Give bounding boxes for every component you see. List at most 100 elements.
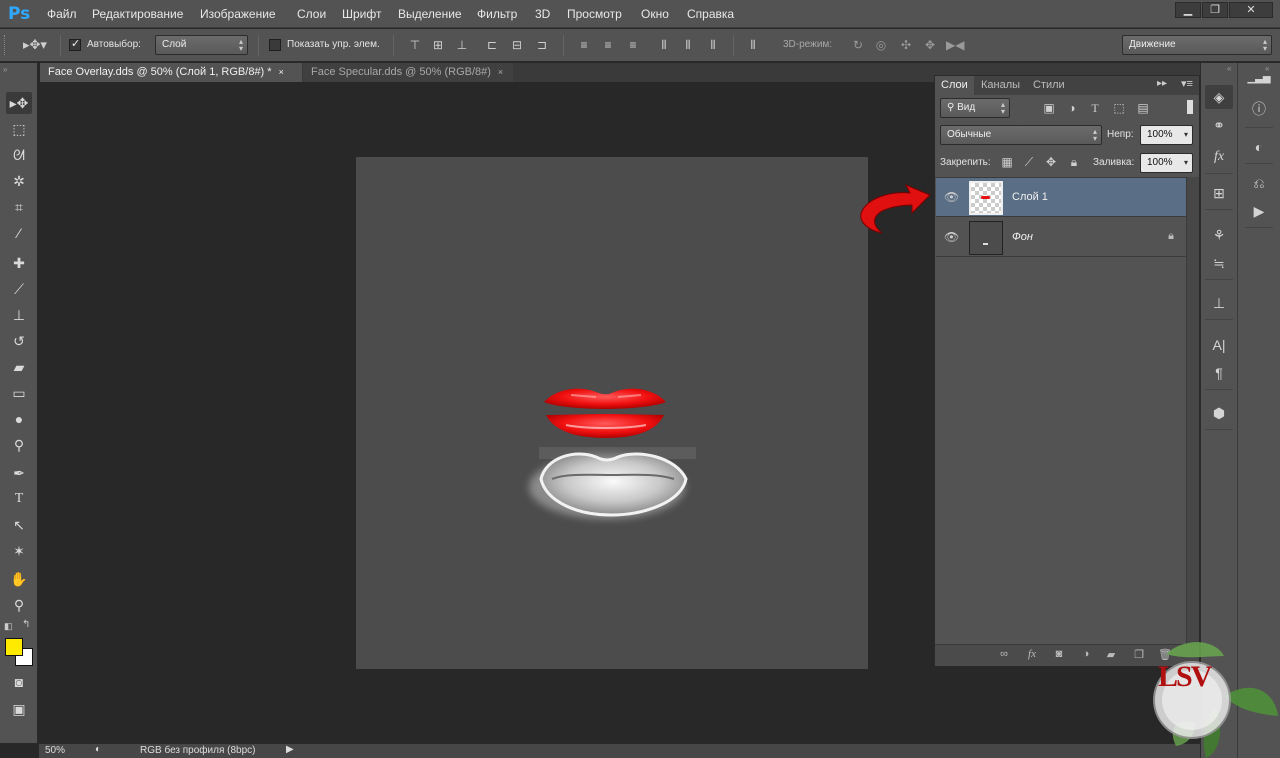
fill-field[interactable]: 100% ▾ [1140, 153, 1193, 173]
workspace-dropdown[interactable]: Движение ▴ ▾ [1122, 35, 1272, 55]
quick-mask-icon[interactable]: ◙ [6, 671, 32, 693]
align-bottom-icon[interactable]: ⊥ [454, 37, 470, 53]
auto-align-icon[interactable]: ⦀ [745, 37, 761, 53]
panel-collapse-icon[interactable]: ▸▸ [1157, 78, 1167, 89]
layer-filter-dropdown[interactable]: ⚲ Вид ▴ ▾ [940, 98, 1010, 118]
layer-thumbnail[interactable] [969, 181, 1003, 215]
tab-layers[interactable]: Слои [935, 76, 974, 95]
channels-panel-icon[interactable]: ⚭ [1205, 113, 1233, 137]
layer-row-layer1[interactable]: 👁︎ Слой 1 [936, 178, 1186, 217]
align-vcenter-icon[interactable]: ⊞ [430, 37, 446, 53]
status-info-icon[interactable]: ◐ [95, 744, 101, 755]
dodge-tool-icon[interactable]: ⚲ [6, 434, 32, 456]
new-layer-icon[interactable]: ❐ [1131, 648, 1147, 661]
new-group-icon[interactable]: ▰ [1103, 648, 1119, 661]
align-right-icon[interactable]: ⊐ [534, 37, 550, 53]
lock-transparent-icon[interactable]: ▦ [999, 154, 1015, 170]
blend-mode-dropdown[interactable]: Обычные ▴ ▾ [940, 125, 1102, 145]
menu-image[interactable]: Изображение [200, 7, 276, 21]
visibility-eye-icon[interactable]: 👁︎ [944, 230, 959, 244]
brush-presets-icon[interactable]: ⚘ [1205, 223, 1233, 247]
menu-view[interactable]: Просмотр [567, 7, 622, 21]
move-tool-icon[interactable]: ▸✥ [6, 92, 32, 114]
character-panel-icon[interactable]: A| [1205, 333, 1233, 357]
lock-position-icon[interactable]: ✥ [1043, 154, 1059, 170]
lock-image-icon[interactable]: ⟋ [1021, 154, 1037, 170]
scale-3d-icon[interactable]: ▶◀ [946, 37, 964, 53]
type-tool-icon[interactable]: T [6, 488, 32, 510]
clone-stamp-tool-icon[interactable]: ⊥ [6, 304, 32, 326]
menu-type[interactable]: Шрифт [342, 7, 381, 21]
menu-select[interactable]: Выделение [398, 7, 462, 21]
lasso-tool-icon[interactable]: ᘛ [6, 144, 32, 166]
autoselect-dropdown[interactable]: Слой ▴ ▾ [155, 35, 248, 55]
layer-thumbnail[interactable] [969, 221, 1003, 255]
screen-mode-icon[interactable]: ▣ [6, 698, 32, 720]
slide-3d-icon[interactable]: ✥ [922, 37, 938, 53]
layer-style-icon[interactable]: fx [1024, 648, 1040, 660]
panel-menu-icon[interactable]: ▾≡ [1181, 77, 1193, 90]
crop-tool-icon[interactable]: ⌗ [6, 196, 32, 218]
shape-tool-icon[interactable]: ✶ [6, 540, 32, 562]
blur-tool-icon[interactable]: ● [6, 408, 32, 430]
restore-button[interactable]: ❐ [1202, 2, 1228, 18]
align-left-icon[interactable]: ⊏ [484, 37, 500, 53]
lock-all-icon[interactable]: 🔒︎ [1066, 154, 1082, 170]
filter-type-icon[interactable]: T [1087, 100, 1103, 116]
zoom-tool-icon[interactable]: ⚲ [6, 594, 32, 616]
layers-panel-icon[interactable]: ◈ [1205, 85, 1233, 109]
distribute-bottom-icon[interactable]: ≡ [625, 37, 641, 53]
tab-face-overlay[interactable]: Face Overlay.dds @ 50% (Слой 1, RGB/8#) … [40, 63, 302, 82]
layer-row-background[interactable]: 👁︎ Фон 🔒︎ [936, 218, 1186, 257]
gradient-tool-icon[interactable]: ▭ [6, 382, 32, 404]
hand-tool-icon[interactable]: ✋ [6, 568, 32, 590]
swap-colors-icon[interactable]: ↰ [22, 619, 30, 630]
zoom-level[interactable]: 50% [45, 745, 65, 756]
move-tool-preset-icon[interactable]: ▸✥▾ [22, 37, 48, 53]
menu-filter[interactable]: Фильтр [477, 7, 517, 21]
actions-panel-icon[interactable]: ▶ [1245, 199, 1273, 223]
menu-file[interactable]: Файл [47, 7, 77, 21]
paths-panel-icon[interactable]: ⊞ [1205, 181, 1233, 205]
menu-edit[interactable]: Редактирование [92, 7, 183, 21]
default-colors-icon[interactable]: ◧ [4, 621, 13, 632]
menu-window[interactable]: Окно [641, 7, 669, 21]
tab-face-specular[interactable]: Face Specular.dds @ 50% (RGB/8#) × [303, 63, 513, 82]
filter-toggle[interactable] [1187, 100, 1193, 114]
rotate-3d-icon[interactable]: ↻ [850, 37, 866, 53]
filter-adjustment-icon[interactable]: ◑ [1064, 100, 1080, 116]
brush-tool-icon[interactable]: ⟋ [6, 278, 32, 300]
tab-channels[interactable]: Каналы [975, 76, 1027, 95]
magic-wand-tool-icon[interactable]: ✲ [6, 170, 32, 192]
menu-help[interactable]: Справка [687, 7, 734, 21]
align-hcenter-icon[interactable]: ⊟ [509, 37, 525, 53]
paragraph-panel-icon[interactable]: ¶ [1205, 361, 1233, 385]
filter-shape-icon[interactable]: ⬚ [1111, 100, 1127, 116]
minimize-button[interactable]: ▁ [1175, 2, 1201, 18]
adjustments-panel-icon[interactable]: ◐ [1245, 135, 1273, 159]
histogram-panel-icon[interactable]: ▁▃▅ [1245, 67, 1273, 91]
collapse-icon[interactable]: » [3, 65, 7, 74]
pan-3d-icon[interactable]: ✣ [898, 37, 914, 53]
autoselect-checkbox[interactable] [69, 37, 81, 51]
link-layers-icon[interactable]: ∞ [996, 648, 1012, 660]
healing-brush-tool-icon[interactable]: ✚ [6, 252, 32, 274]
layer-name[interactable]: Слой 1 [1012, 191, 1048, 203]
status-menu-arrow-icon[interactable]: ▶ [286, 744, 294, 755]
document-canvas[interactable] [356, 157, 868, 669]
path-selection-tool-icon[interactable]: ↖ [6, 514, 32, 536]
tab-styles[interactable]: Стили [1027, 76, 1071, 95]
layer-name[interactable]: Фон [1012, 231, 1033, 243]
menu-layers[interactable]: Слои [297, 7, 326, 21]
brush-panel-icon[interactable]: ≒ [1205, 251, 1233, 275]
3d-panel-icon[interactable]: ⬢ [1205, 401, 1233, 425]
roll-3d-icon[interactable]: ◎ [873, 37, 889, 53]
distribute-left-icon[interactable]: ⫴ [656, 37, 672, 53]
styles-panel-icon[interactable]: fx [1205, 145, 1233, 169]
filter-pixel-icon[interactable]: ▣ [1041, 100, 1057, 116]
layers-scrollbar[interactable] [1186, 177, 1199, 644]
history-panel-icon[interactable]: ⎌ [1245, 171, 1273, 195]
foreground-color-swatch[interactable] [5, 638, 23, 656]
collapse-icon[interactable]: « [1227, 64, 1231, 73]
close-button[interactable]: ✕ [1229, 2, 1273, 18]
